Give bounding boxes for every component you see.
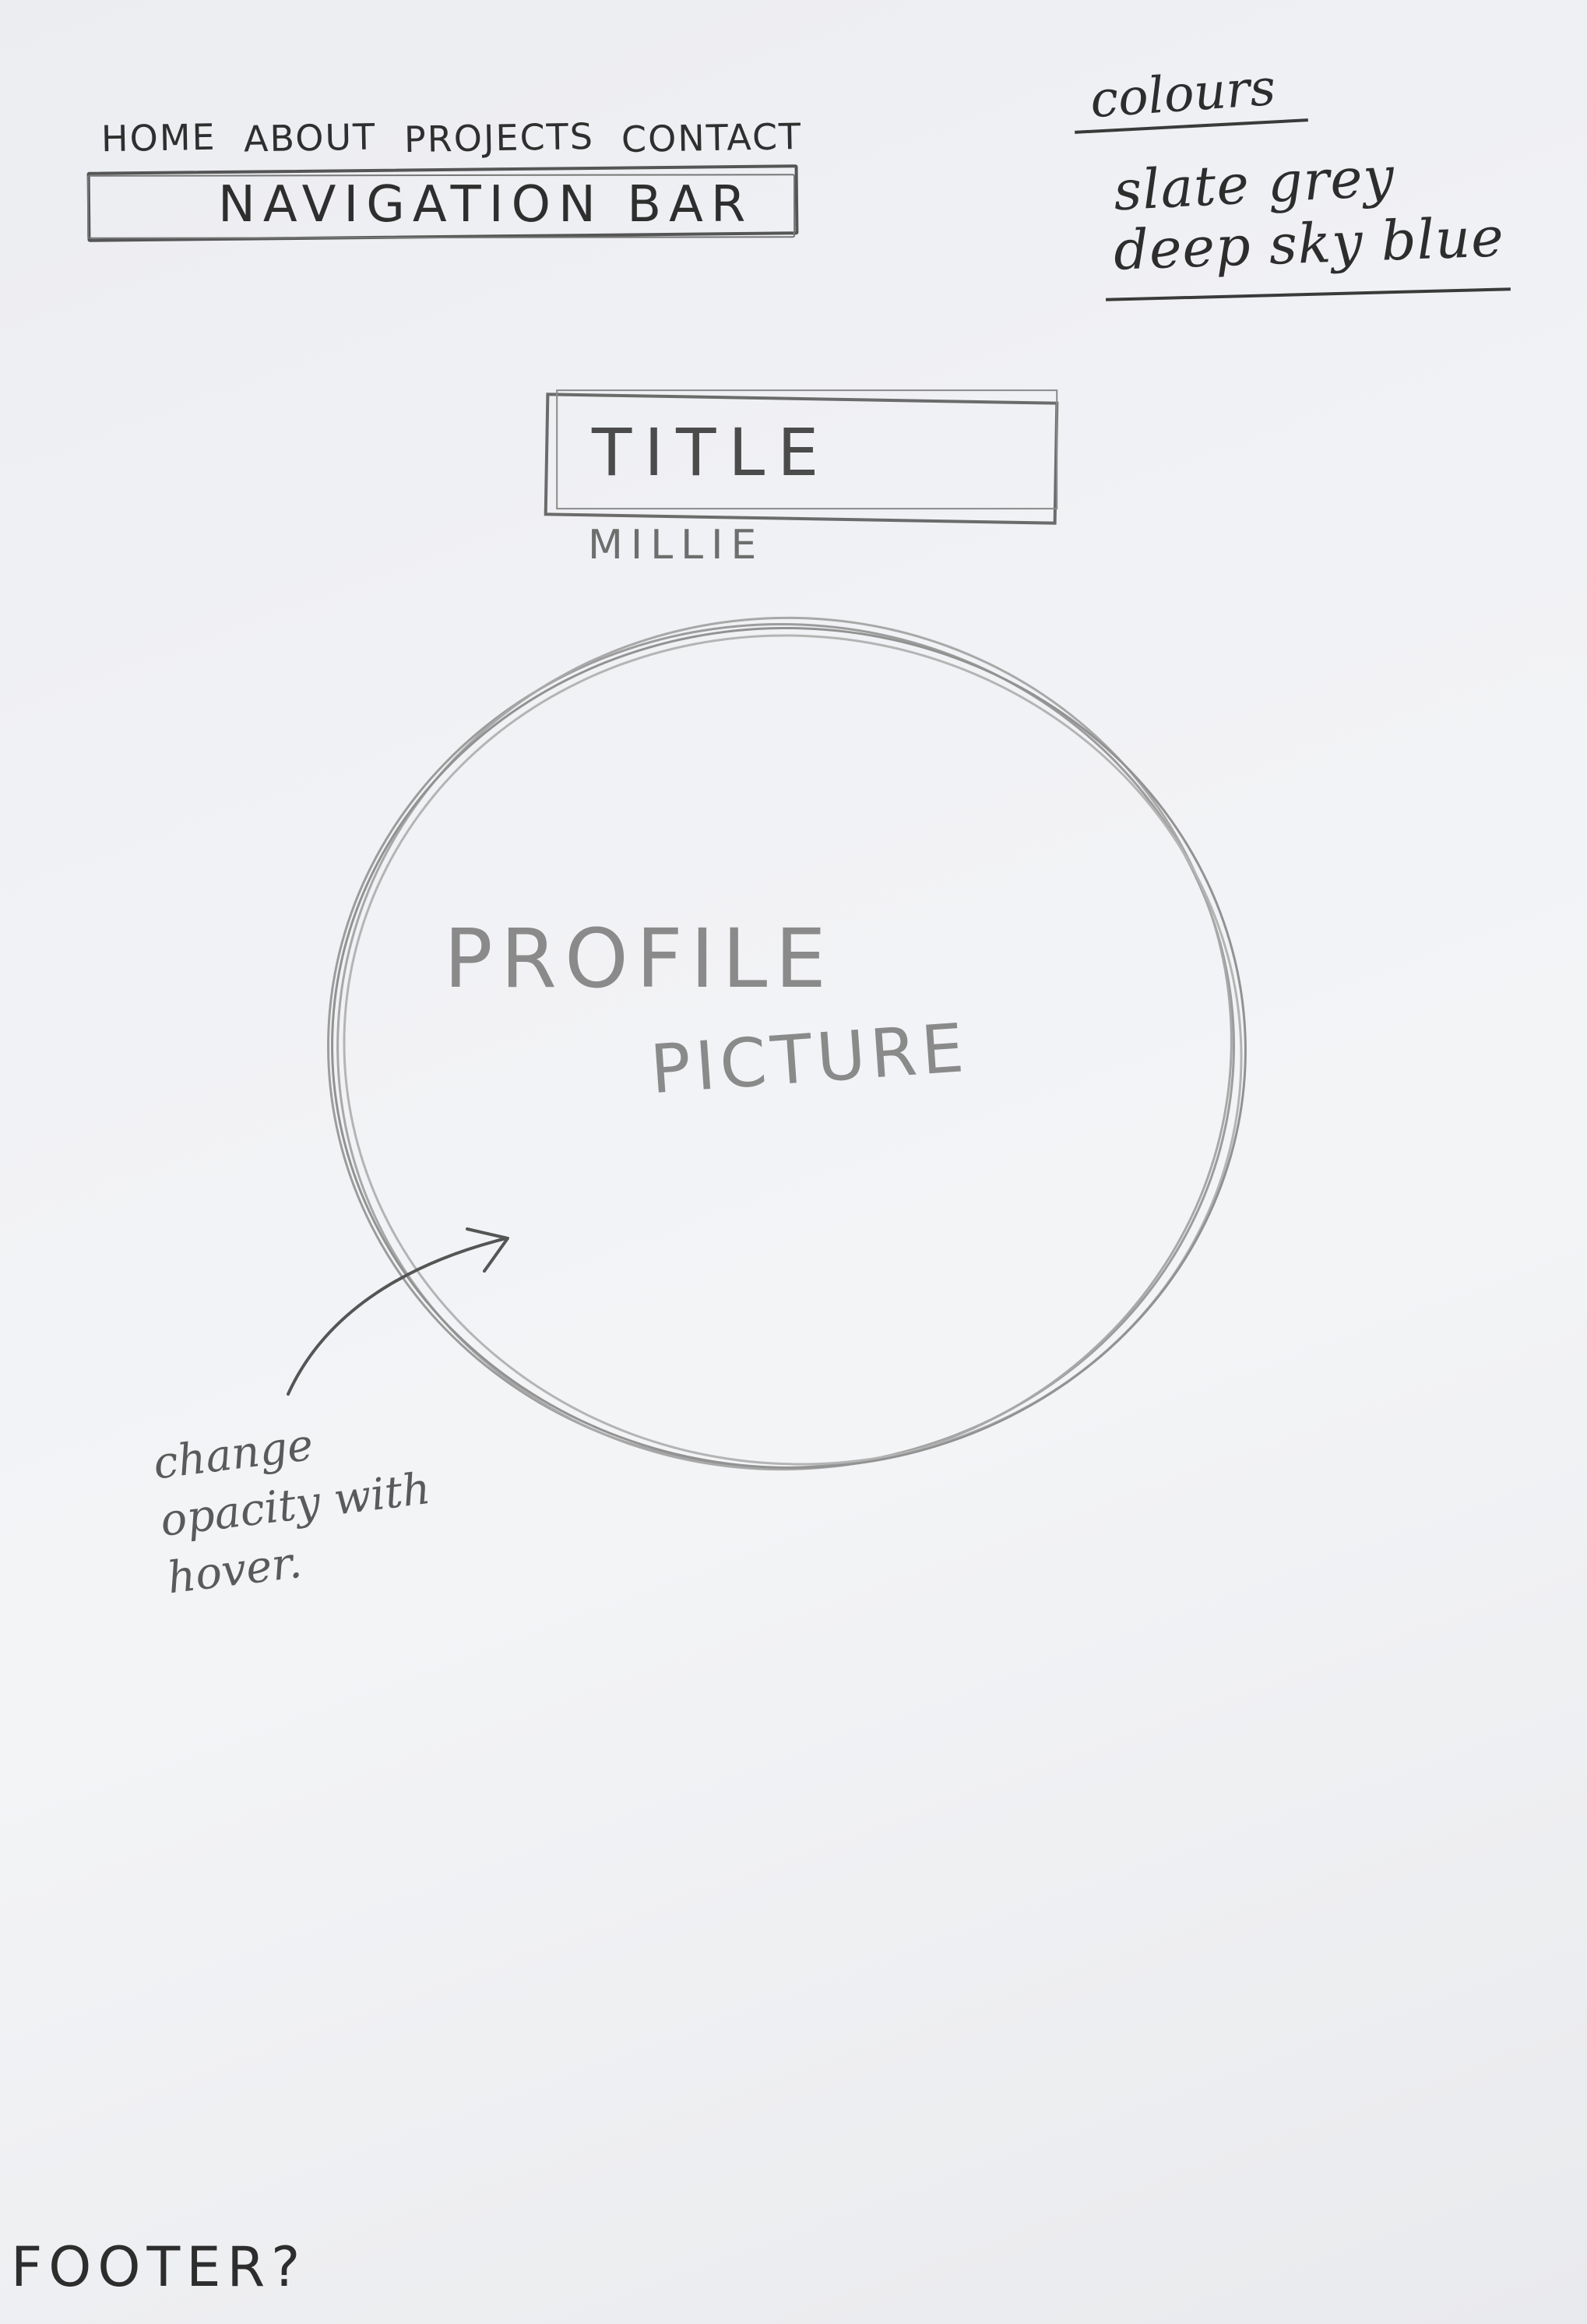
nav-link-projects[interactable]: PROJECTS: [403, 115, 594, 160]
hover-annotation: change opacity with hover.: [150, 1419, 434, 1604]
colours-divider: [1106, 287, 1511, 301]
profile-label-line1: PROFILE: [444, 911, 834, 1006]
footer-label: FOOTER?: [11, 2235, 307, 2299]
page-subtitle: MILLIE: [588, 522, 765, 569]
nav-link-home[interactable]: HOME: [101, 116, 216, 160]
nav-link-about[interactable]: ABOUT: [243, 116, 376, 160]
colours-heading: colours: [1088, 58, 1278, 130]
sketch-page: { "navigation": { "links": ["HOME", "ABO…: [0, 0, 1587, 2324]
colour-deep-sky-blue: deep sky blue: [1112, 205, 1505, 283]
navigation-bar-label: NAVIGATION BAR: [218, 176, 754, 234]
nav-link-contact[interactable]: CONTACT: [621, 115, 802, 160]
arrow-icon: [287, 1227, 509, 1396]
nav-links: HOME ABOUT PROJECTS CONTACT: [101, 115, 803, 160]
page-title: TITLE: [592, 414, 832, 491]
